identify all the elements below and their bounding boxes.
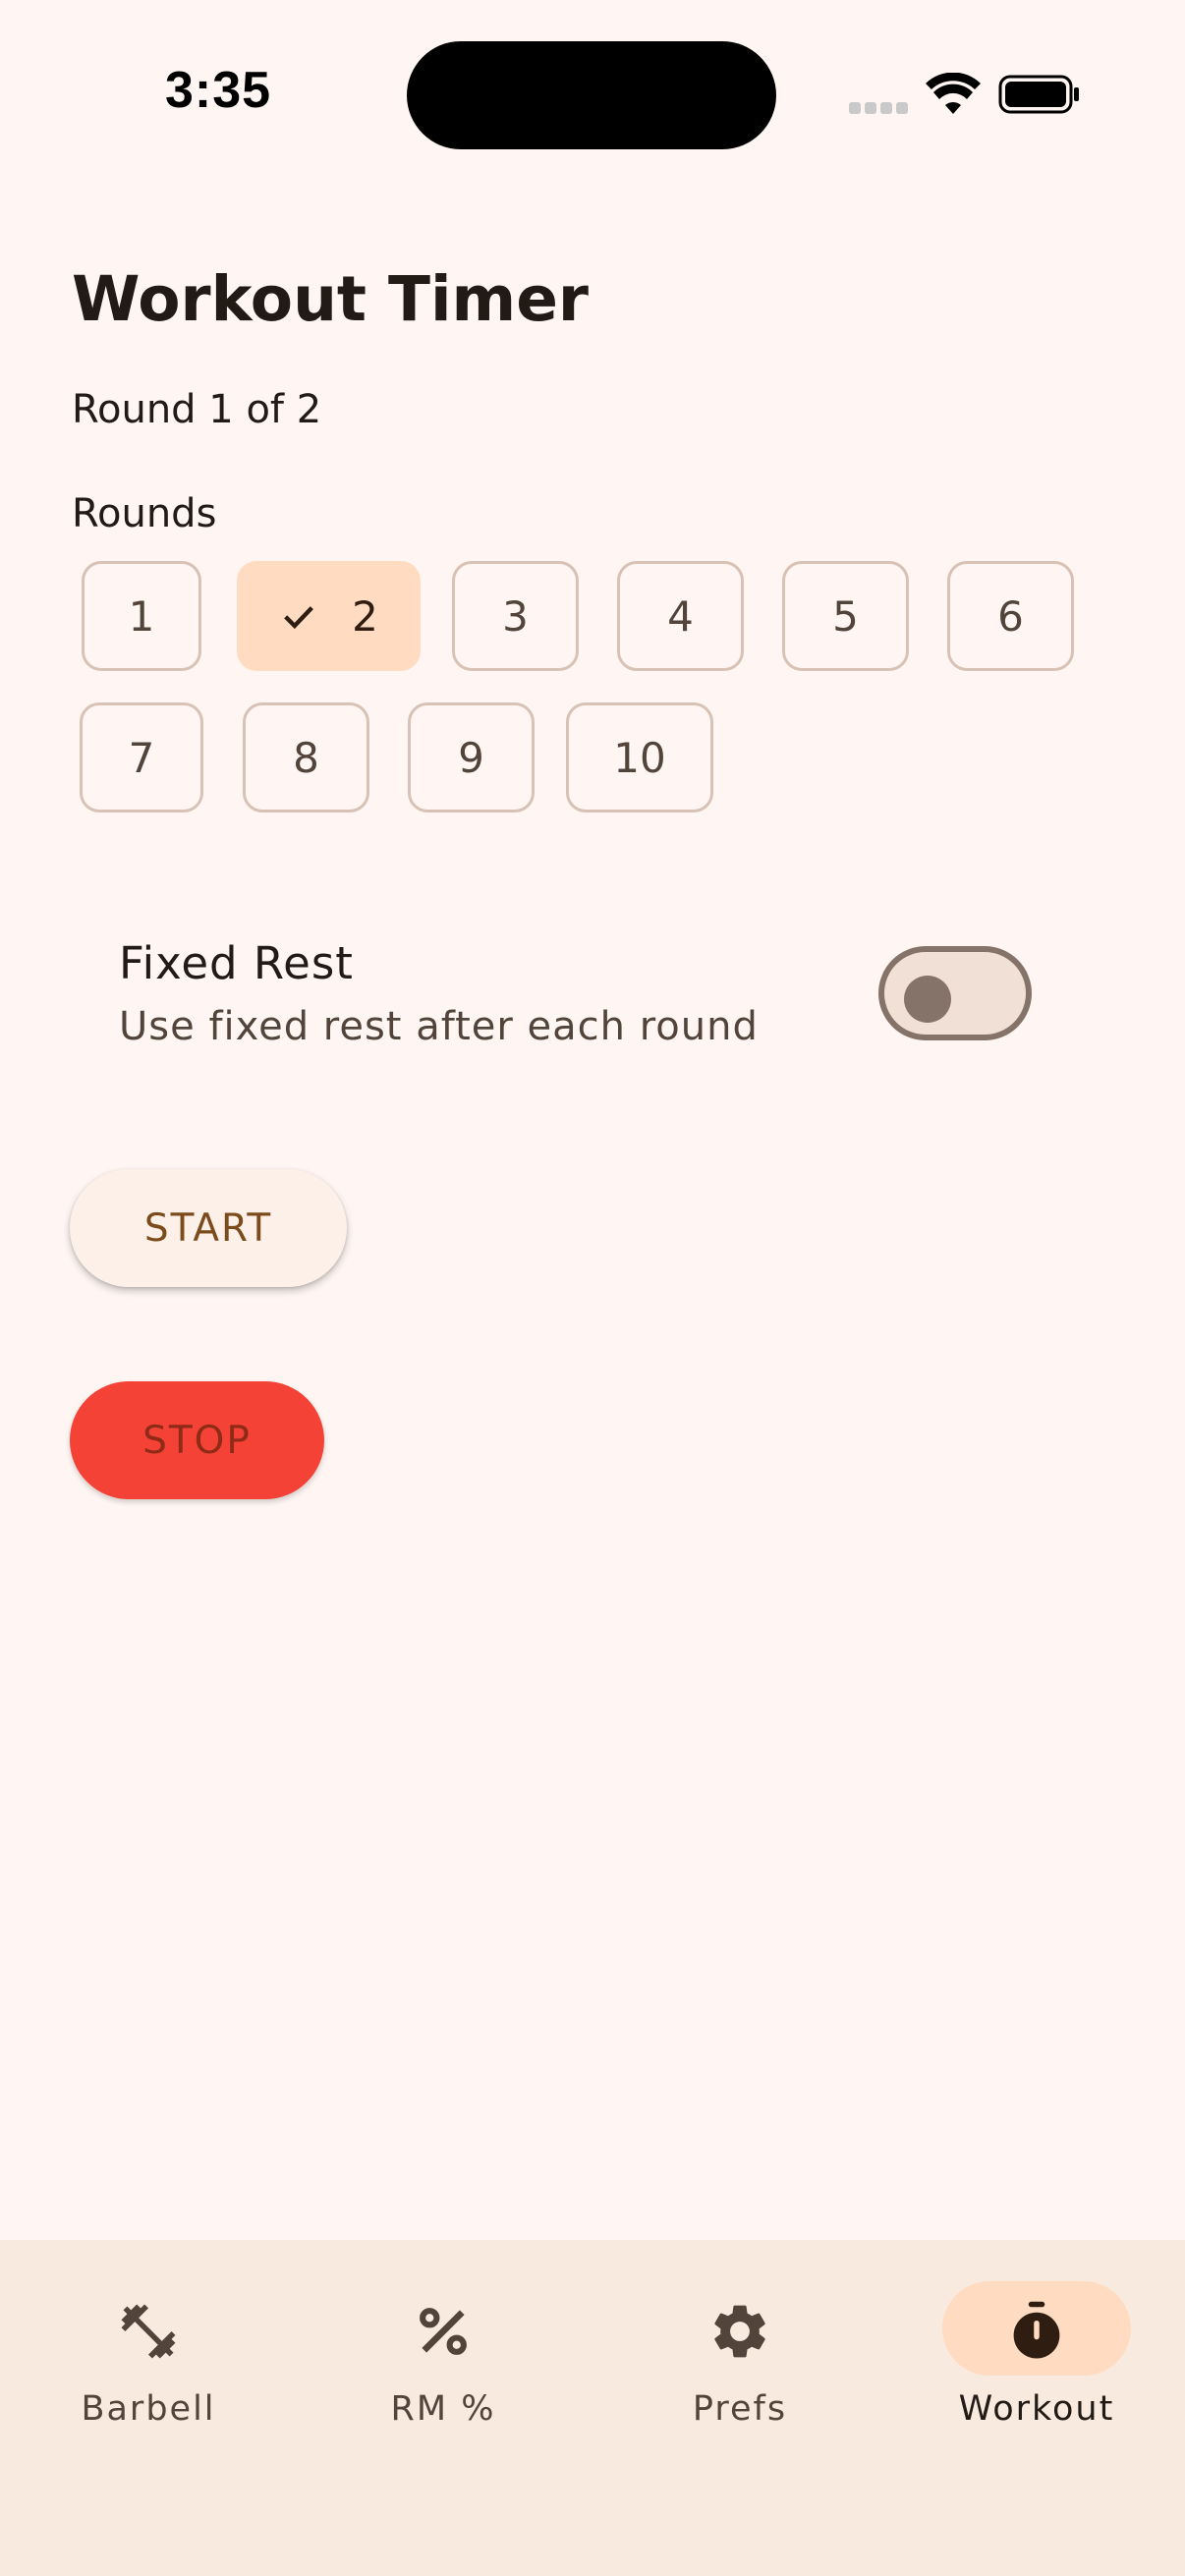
percent-icon [420,2308,467,2355]
nav-item-workout[interactable]: Workout [889,2240,1184,2456]
nav-label: Prefs [692,2389,788,2429]
round-chip-6[interactable]: 6 [947,561,1074,671]
chip-label: 6 [997,591,1024,641]
workout-timer-screen: 3:35 Workout Timer Round 1 of 2 Rounds 1… [0,0,1185,2576]
round-chip-3[interactable]: 3 [452,561,579,671]
nav-item-prefs[interactable]: Prefs [592,2240,887,2456]
round-chip-7[interactable]: 7 [80,702,203,812]
rounds-label: Rounds [72,491,217,536]
round-chip-1[interactable]: 1 [82,561,201,671]
nav-item-barbell[interactable]: Barbell [1,2240,296,2456]
fixed-rest-toggle[interactable] [878,946,1032,1040]
fixed-rest-subtitle: Use fixed rest after each round [119,1004,759,1049]
start-button[interactable]: START [70,1169,347,1287]
nav-item-rm-percent[interactable]: RM % [296,2240,591,2456]
chip-label: 5 [832,591,859,641]
wifi-icon [926,73,981,114]
toggle-knob [904,976,951,1023]
chip-label: 10 [613,733,666,782]
stop-button[interactable]: STOP [70,1381,324,1499]
chip-label: 4 [667,591,694,641]
round-chip-2-selected[interactable]: 2 [237,561,421,671]
nav-label: Workout [958,2389,1115,2429]
nav-label: Barbell [81,2389,216,2429]
cellular-signal-icon [849,102,910,116]
stopwatch-icon [1013,2301,1060,2359]
status-time: 3:35 [165,62,272,119]
chip-label: 3 [502,591,529,641]
chip-label: 2 [352,591,378,641]
round-chip-4[interactable]: 4 [617,561,744,671]
round-chip-8[interactable]: 8 [243,702,369,812]
dynamic-island [407,41,776,149]
bottom-navigation-bar: Barbell RM % Prefs Workout [0,2240,1185,2576]
round-status-text: Round 1 of 2 [72,387,322,432]
barbell-icon [121,2304,176,2359]
fixed-rest-title: Fixed Rest [119,937,354,989]
check-icon [284,606,314,630]
nav-label: RM % [390,2389,496,2429]
chip-label: 1 [128,591,155,641]
battery-icon [998,75,1079,114]
round-chip-9[interactable]: 9 [408,702,535,812]
round-chip-10[interactable]: 10 [566,702,713,812]
chip-label: 7 [128,733,155,782]
chip-label: 8 [293,733,319,782]
page-title: Workout Timer [72,263,589,335]
chip-label: 9 [458,733,484,782]
round-chip-5[interactable]: 5 [782,561,909,671]
gear-icon [714,2305,765,2358]
